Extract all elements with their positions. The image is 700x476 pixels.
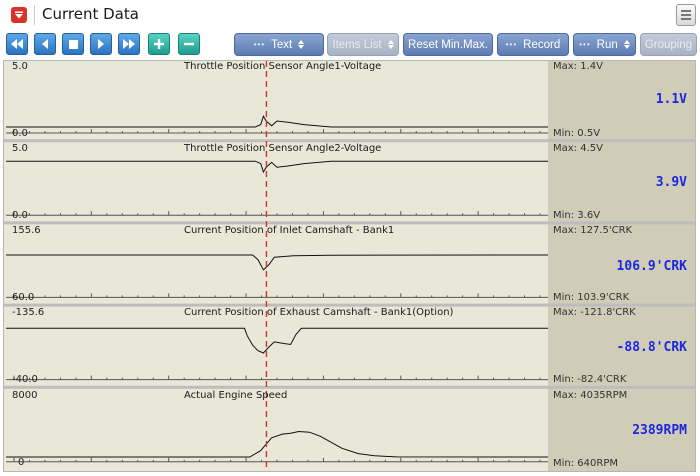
panel-current-value: 3.9V — [655, 175, 687, 190]
plus-icon[interactable] — [148, 33, 170, 55]
panel-title: Actual Engine Speed — [184, 390, 288, 401]
panel-ymin: 60.0 — [12, 292, 35, 303]
toolbar: ••• Text Items List Reset Min.Max. ••• R… — [0, 30, 700, 60]
panel-current-value: 1.1V — [655, 92, 687, 107]
panel-separator — [4, 139, 695, 143]
reset-label: Reset Min.Max. — [408, 38, 488, 51]
panel-current-value: 106.9'CRK — [616, 259, 687, 274]
panel-max-value: Max: 4035RPM — [553, 390, 628, 401]
panel-separator — [4, 385, 695, 389]
panel-ymin: 0.0 — [12, 210, 28, 221]
panel-ymin: -40.0 — [12, 374, 38, 385]
rewind-icon[interactable] — [6, 33, 28, 55]
signal-trace — [6, 254, 549, 271]
panel-max-value: Max: 1.4V — [553, 61, 603, 72]
panel-min-value: Min: -82.4'CRK — [553, 374, 627, 385]
run-label: Run — [596, 38, 618, 51]
items-list-label: Items List — [332, 38, 382, 51]
dots-icon: ••• — [253, 40, 266, 49]
stop-icon[interactable] — [62, 33, 84, 55]
text-button-label: Text — [271, 38, 293, 51]
spinner-icon — [387, 40, 394, 49]
panel-current-value: -88.8'CRK — [616, 340, 687, 355]
title-bar: Current Data — [0, 0, 700, 31]
data-graph-area: 5.0 0.0 Throttle Position Sensor Angle1-… — [3, 60, 696, 472]
record-button[interactable]: ••• Record — [497, 33, 569, 56]
dots-icon: ••• — [579, 40, 591, 49]
panel-min-value: Min: 103.9'CRK — [553, 292, 630, 303]
text-button[interactable]: ••• Text — [234, 33, 324, 56]
panel-min-value: Min: 0.5V — [553, 128, 601, 139]
panel-title: Current Position of Inlet Camshaft - Ban… — [184, 225, 395, 236]
panel-title: Current Position of Exhaust Camshaft - B… — [184, 307, 454, 318]
signal-trace — [6, 327, 548, 354]
panel-max-value: Max: 127.5'CRK — [553, 225, 633, 236]
minus-icon[interactable] — [178, 33, 200, 55]
panel-ymin: 0 — [18, 457, 25, 468]
play-icon[interactable] — [90, 33, 112, 55]
panel-min-value: Min: 3.6V — [553, 210, 601, 221]
grouping-label: Grouping — [644, 38, 693, 51]
panel-max-value: Max: -121.8'CRK — [553, 307, 636, 318]
panel-ymax: 155.6 — [12, 225, 41, 236]
spinner-icon — [298, 40, 305, 49]
menu-icon[interactable] — [676, 4, 696, 26]
panel-min-value: Min: 640RPM — [553, 458, 618, 469]
collapse-icon[interactable] — [11, 7, 27, 23]
grouping-button[interactable]: Grouping — [640, 33, 697, 56]
signal-trace — [6, 114, 548, 128]
step-back-icon[interactable] — [34, 33, 56, 55]
panel-ymin: 0.0 — [12, 128, 28, 139]
reset-min-max-button[interactable]: Reset Min.Max. — [403, 33, 493, 56]
panel-ymax: 5.0 — [12, 143, 28, 154]
items-list-button[interactable]: Items List — [327, 33, 399, 56]
panel-ymax: 8000 — [12, 390, 38, 401]
panel-current-value: 2389RPM — [632, 423, 687, 438]
spinner-icon — [623, 40, 630, 49]
signal-trace — [6, 430, 549, 458]
panel-title: Throttle Position Sensor Angle2-Voltage — [184, 143, 382, 154]
window-title: Current Data — [42, 5, 139, 23]
record-label: Record — [523, 38, 561, 51]
title-separator — [34, 5, 35, 25]
graph-canvas — [4, 61, 695, 471]
dots-icon: ••• — [505, 40, 518, 49]
panel-title: Throttle Position Sensor Angle1-Voltage — [184, 61, 382, 72]
panel-max-value: Max: 4.5V — [553, 143, 603, 154]
panel-ymax: -135.6 — [12, 307, 45, 318]
signal-trace — [6, 160, 548, 174]
fast-forward-icon[interactable] — [118, 33, 140, 55]
panel-ymax: 5.0 — [12, 61, 28, 72]
panel-separator — [4, 221, 695, 225]
run-button[interactable]: ••• Run — [573, 33, 636, 56]
